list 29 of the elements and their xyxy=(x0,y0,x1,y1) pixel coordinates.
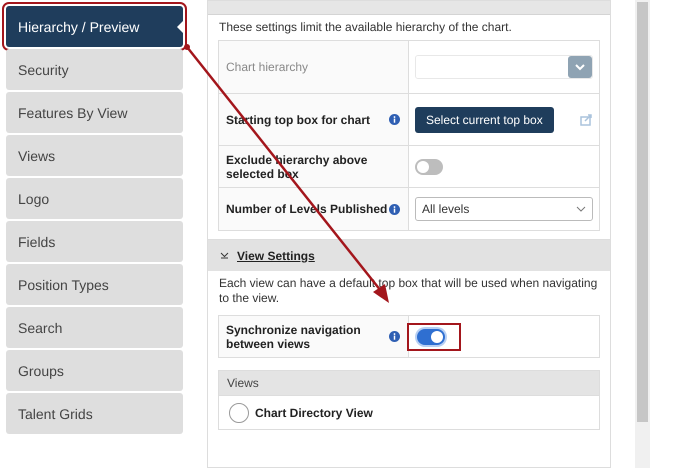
sidebar-item[interactable]: Security xyxy=(6,49,183,90)
view-label: Chart Directory View xyxy=(255,406,373,420)
sidebar-item[interactable]: Logo xyxy=(6,178,183,219)
views-header: Views xyxy=(219,371,599,395)
section-title[interactable]: View Settings xyxy=(237,248,315,262)
toggle-switch[interactable] xyxy=(415,158,443,174)
chevron-down-icon[interactable] xyxy=(576,206,586,212)
sidebar-item[interactable]: Search xyxy=(6,307,183,348)
sidebar-item[interactable]: Talent Grids xyxy=(6,393,183,434)
section-description: Each view can have a default top box that will be used when navigating to the view. xyxy=(218,275,598,307)
info-icon[interactable] xyxy=(389,114,400,125)
info-icon[interactable] xyxy=(389,204,400,214)
sidebar-item[interactable]: Features By View xyxy=(6,92,183,133)
radio-button[interactable] xyxy=(229,402,249,422)
select-field[interactable] xyxy=(415,55,593,79)
sidebar-item[interactable]: Hierarchy / Preview xyxy=(6,6,183,47)
toggle-switch[interactable] xyxy=(417,328,445,344)
sidebar-item[interactable]: Views xyxy=(6,135,183,176)
chevron-down-icon[interactable] xyxy=(220,252,229,259)
sidebar-item[interactable]: Position Types xyxy=(6,264,183,305)
scrollbar-thumb[interactable] xyxy=(637,2,648,422)
info-icon[interactable] xyxy=(389,331,400,342)
sidebar-item[interactable]: Groups xyxy=(6,350,183,391)
setting-label: Chart hierarchy xyxy=(226,60,308,74)
sidebar-item[interactable]: Fields xyxy=(6,221,183,262)
select-top-box-button[interactable]: Select current top box xyxy=(415,106,554,132)
setting-label: Synchronize navigation between views xyxy=(226,322,362,350)
section-description: These settings limit the available hierarchy of the chart. xyxy=(218,19,513,36)
levels-dropdown[interactable]: All levels xyxy=(415,197,593,221)
